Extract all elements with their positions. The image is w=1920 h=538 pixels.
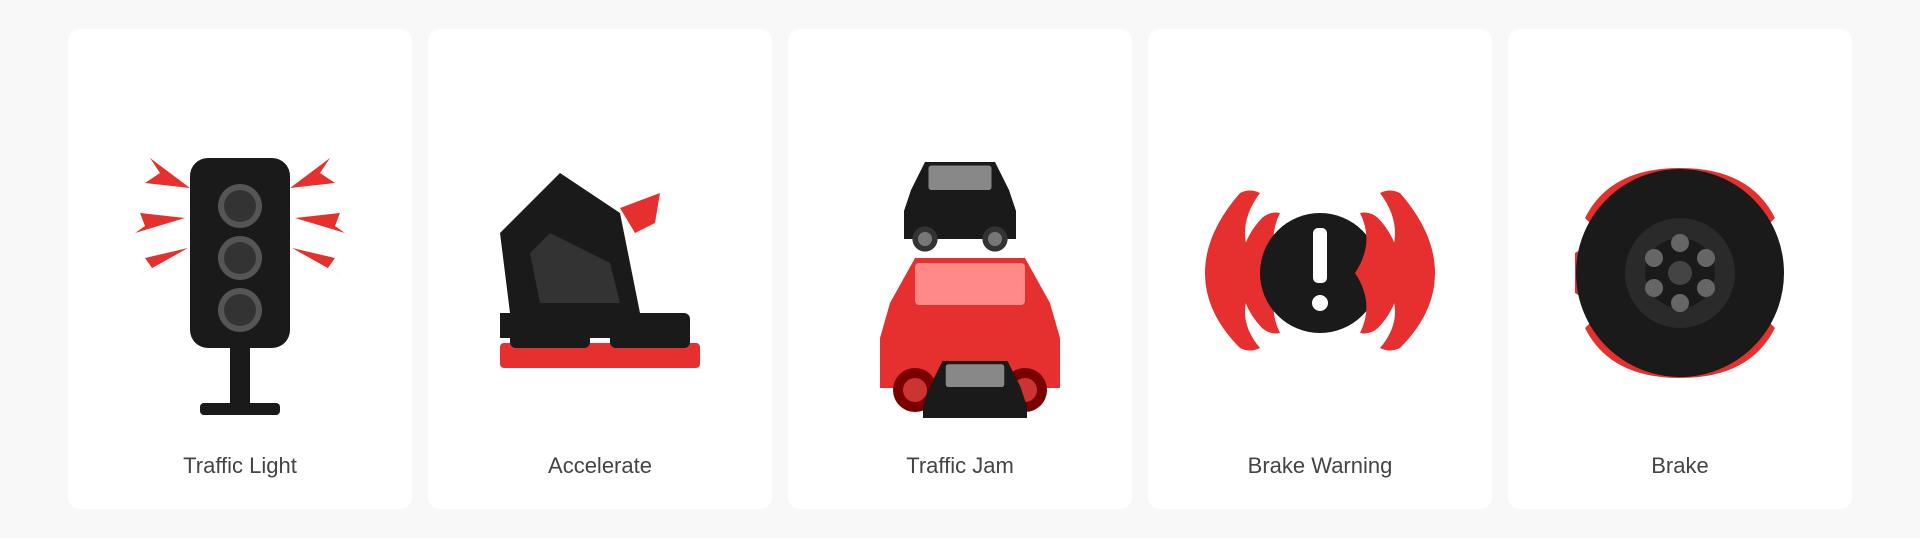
accelerate-label: Accelerate [548, 453, 652, 479]
traffic-jam-icon-area [820, 113, 1100, 433]
icon-card-traffic-light: Traffic Light [68, 29, 412, 509]
traffic-light-icon [130, 128, 350, 418]
accelerate-icon [480, 133, 720, 413]
traffic-light-label: Traffic Light [183, 453, 297, 479]
brake-label: Brake [1651, 453, 1708, 479]
icons-container: Traffic Light Accelerate [60, 29, 1860, 509]
traffic-jam-icon [840, 128, 1080, 418]
icon-card-brake: Brake [1508, 29, 1852, 509]
brake-icon [1565, 158, 1795, 388]
brake-icon-area [1540, 113, 1820, 433]
traffic-jam-label: Traffic Jam [906, 453, 1014, 479]
brake-warning-label: Brake Warning [1248, 453, 1393, 479]
brake-warning-icon-area [1180, 113, 1460, 433]
accelerate-icon-area [460, 113, 740, 433]
icon-card-accelerate: Accelerate [428, 29, 772, 509]
icon-card-brake-warning: Brake Warning [1148, 29, 1492, 509]
traffic-light-icon-area [100, 113, 380, 433]
brake-warning-icon [1200, 163, 1440, 383]
icon-card-traffic-jam: Traffic Jam [788, 29, 1132, 509]
